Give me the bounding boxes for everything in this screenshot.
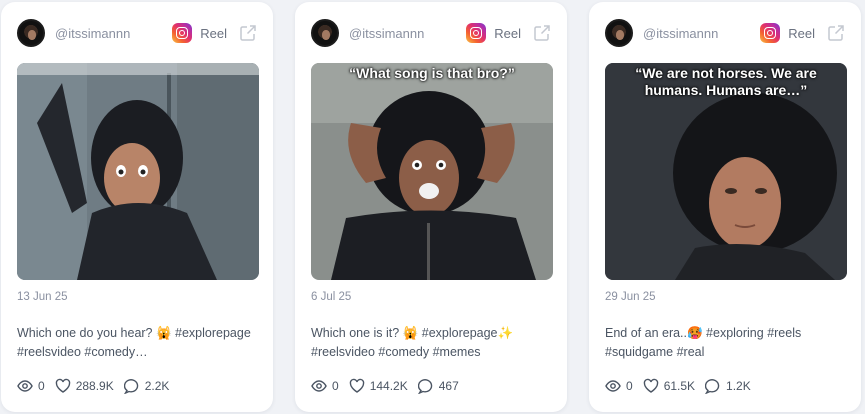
comment-icon [417, 379, 432, 394]
comment-icon [123, 379, 138, 394]
instagram-icon [760, 23, 781, 43]
card-header: @itssimannn Reel [605, 18, 845, 48]
comments-stat: 1.2K [705, 378, 751, 394]
video-thumbnail[interactable] [17, 63, 259, 280]
likes-stat: 288.9K [55, 378, 114, 394]
overlay-caption [17, 63, 259, 65]
card-header: @itssimannn Reel [17, 18, 257, 48]
views-stat: 0 [17, 378, 45, 394]
instagram-icon [172, 23, 193, 43]
heart-icon [643, 378, 658, 393]
views-count: 0 [626, 379, 633, 393]
views-stat: 0 [311, 378, 339, 394]
video-thumbnail[interactable]: “We are not horses. We are humans. Human… [605, 63, 847, 280]
eye-icon [605, 380, 621, 392]
eye-icon [311, 380, 327, 392]
comments-count: 467 [438, 379, 459, 393]
thumbnail-image [311, 63, 553, 280]
avatar[interactable] [311, 19, 339, 47]
heart-icon [55, 378, 70, 393]
username[interactable]: @itssimannn [349, 26, 466, 41]
comment-icon [705, 379, 720, 394]
video-thumbnail[interactable]: “What song is that bro?” [311, 63, 553, 280]
comments-count: 2.2K [144, 379, 170, 393]
external-link-icon[interactable] [533, 24, 551, 42]
post-stats: 0 288.9K 2.2K [17, 378, 179, 394]
post-description: Which one do you hear? 🙀 #explorepage #r… [17, 326, 251, 359]
comments-stat: 2.2K [123, 378, 170, 394]
likes-count: 288.9K [75, 379, 114, 393]
heart-icon [349, 378, 364, 393]
post-description: End of an era..🥵 #exploring #reels #squi… [605, 326, 802, 359]
overlay-caption: “We are not horses. We are humans. Human… [635, 65, 817, 98]
avatar[interactable] [605, 19, 633, 47]
views-stat: 0 [605, 378, 633, 394]
post-date: 6 Jul 25 [311, 291, 352, 303]
reel-label: Reel [200, 25, 227, 41]
post-card[interactable]: @itssimannn Reel 13 Jun 25 Which one do … [1, 2, 273, 412]
views-count: 0 [38, 379, 45, 393]
comments-count: 1.2K [726, 379, 751, 393]
reel-label: Reel [494, 25, 521, 41]
likes-count: 61.5K [663, 379, 696, 393]
avatar[interactable] [17, 19, 45, 47]
post-description: Which one is it? 🙀 #explorepage✨ #reelsv… [311, 326, 514, 359]
instagram-icon [466, 23, 487, 43]
eye-icon [17, 380, 33, 392]
overlay-caption: “What song is that bro?” [349, 65, 515, 81]
views-count: 0 [332, 379, 339, 393]
likes-stat: 61.5K [643, 378, 695, 394]
reel-label: Reel [788, 25, 815, 41]
post-date: 13 Jun 25 [17, 291, 68, 303]
thumbnail-image [17, 63, 259, 280]
post-date: 29 Jun 25 [605, 291, 656, 303]
comments-stat: 467 [417, 378, 459, 394]
external-link-icon[interactable] [239, 24, 257, 42]
card-header: @itssimannn Reel [311, 18, 551, 48]
likes-stat: 144.2K [349, 378, 408, 394]
post-stats: 0 144.2K 467 [311, 378, 469, 394]
likes-count: 144.2K [369, 379, 408, 393]
username[interactable]: @itssimannn [643, 26, 760, 41]
post-card[interactable]: @itssimannn Reel “What song is that bro?… [295, 2, 567, 412]
username[interactable]: @itssimannn [55, 26, 172, 41]
external-link-icon[interactable] [827, 24, 845, 42]
post-card[interactable]: @itssimannn Reel “We are not horses. We … [589, 2, 861, 412]
post-stats: 0 61.5K 1.2K [605, 378, 761, 394]
